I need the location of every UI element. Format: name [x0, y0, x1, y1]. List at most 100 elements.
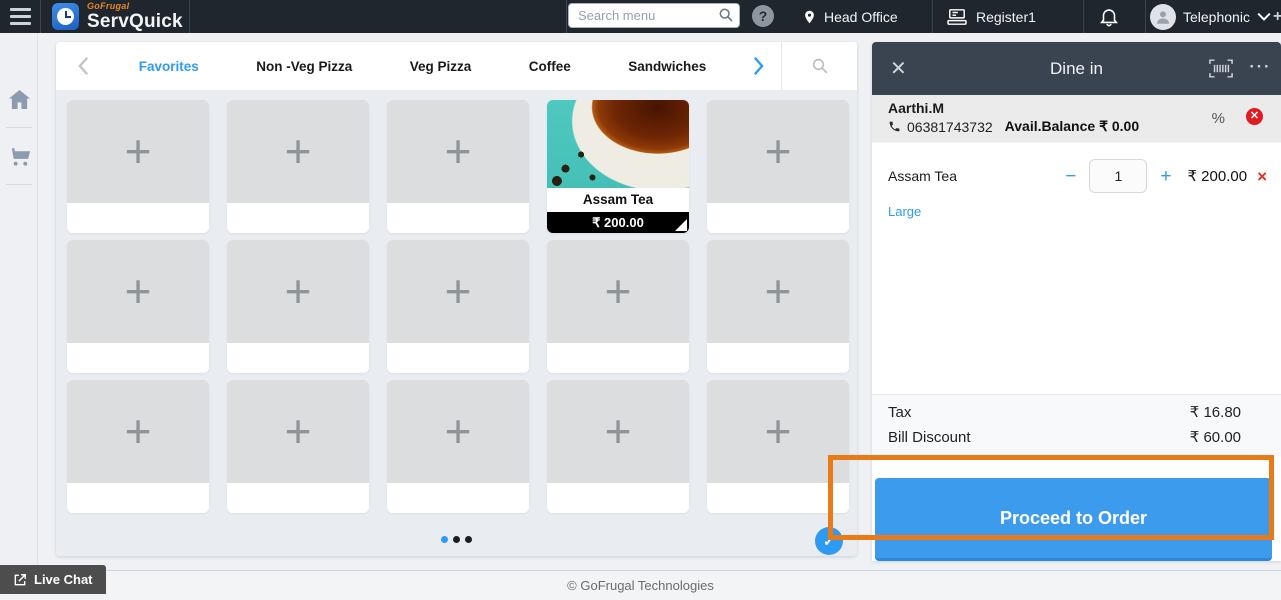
cart-item-price: ₹ 200.00 [1187, 168, 1248, 185]
tab-sandwiches[interactable]: Sandwiches [628, 59, 706, 74]
item-search-button[interactable] [781, 42, 857, 90]
notifications-bell-icon[interactable] [1098, 5, 1120, 28]
product-tile-placeholder[interactable]: + [387, 100, 529, 233]
topbar-divider [1083, 0, 1084, 33]
tabs-scroll-right-button[interactable] [735, 56, 781, 76]
search-icon [812, 58, 827, 74]
pagination-dot[interactable] [453, 536, 460, 543]
product-tile-placeholder[interactable]: + [547, 380, 689, 513]
customer-strip: Aarthi.M 06381743732 Avail.Balance ₹ 0.0… [872, 95, 1281, 143]
product-tile-placeholder[interactable]: + [707, 240, 849, 373]
add-item-icon: + [444, 405, 472, 458]
location-pin-icon [805, 10, 814, 23]
sidebar-divider [5, 184, 32, 185]
product-tile-price: ₹ 200.00 [547, 212, 689, 233]
tab-favorites[interactable]: Favorites [139, 59, 199, 74]
product-tile-placeholder[interactable]: + [227, 240, 369, 373]
sidebar-item-sales[interactable] [0, 134, 38, 178]
app-logo[interactable]: GoFrugal ServQuick [52, 2, 183, 31]
topbar-divider [189, 0, 190, 33]
add-item-icon: + [764, 265, 792, 318]
tab-veg-pizza[interactable]: Veg Pizza [410, 59, 472, 74]
product-tile-placeholder[interactable]: + [387, 240, 529, 373]
item-variant-link[interactable]: Large [872, 193, 1281, 219]
more-options-icon[interactable]: ⋯ [1248, 53, 1271, 79]
store-label: Head Office [824, 8, 898, 25]
add-item-icon: + [124, 265, 152, 318]
partial-plus-icon: + [1273, 8, 1281, 25]
add-item-icon: + [764, 405, 792, 458]
help-icon[interactable]: ? [752, 5, 774, 27]
avatar [1150, 3, 1176, 30]
remove-item-icon[interactable]: × [1257, 168, 1267, 185]
search-icon[interactable] [718, 7, 734, 23]
tabs-scroll-left-button[interactable] [56, 56, 110, 76]
footer: © GoFrugal Technologies [0, 570, 1281, 600]
search-input[interactable] [568, 3, 740, 28]
close-icon[interactable]: ✕ [890, 59, 907, 79]
add-item-icon: + [124, 405, 152, 458]
product-tile-placeholder[interactable]: + [227, 380, 369, 513]
phone-icon [889, 121, 900, 132]
chevron-down-icon [1257, 12, 1271, 21]
topbar-divider [40, 0, 41, 33]
home-icon [8, 89, 30, 109]
hamburger-menu-icon[interactable] [0, 0, 40, 33]
live-chat-button[interactable]: Live Chat [0, 565, 106, 594]
quantity-decrease-button[interactable]: − [1065, 167, 1076, 186]
user-menu[interactable]: Telephonic [1150, 0, 1271, 33]
scroll-fab-button[interactable]: ✓ [815, 527, 843, 555]
summary-row-tax: Tax ₹ 16.80 [888, 400, 1241, 425]
product-tile-placeholder[interactable]: + [707, 100, 849, 233]
assam-tea-image [547, 100, 689, 188]
cart-item-row: Assam Tea − + ₹ 200.00 × [872, 143, 1281, 193]
category-tabbar: Favorites Non -Veg Pizza Veg Pizza Coffe… [56, 42, 857, 90]
summary-row-bill-discount: Bill Discount ₹ 60.00 [888, 425, 1241, 450]
brand-name: GoFrugal [87, 1, 130, 11]
register-label: Register1 [976, 8, 1036, 25]
product-tile-assam-tea[interactable]: Assam Tea ₹ 200.00 [547, 100, 689, 233]
cart-icon [8, 148, 30, 166]
barcode-scan-icon[interactable] [1209, 59, 1233, 78]
product-tile-placeholder[interactable]: + [227, 100, 369, 233]
quantity-input[interactable] [1089, 159, 1148, 193]
pagination-dot[interactable] [441, 536, 448, 543]
customer-phone: 06381743732 [907, 118, 993, 135]
product-grid: + + + Assam Tea ₹ 200.00 + + + + + + + +… [56, 90, 857, 523]
product-tile-placeholder[interactable]: + [67, 100, 209, 233]
register-selector[interactable]: Register1 [946, 0, 1036, 33]
sidebar [0, 33, 38, 600]
tab-coffee[interactable]: Coffee [529, 59, 571, 74]
sidebar-item-home[interactable] [0, 77, 38, 121]
product-name: ServQuick [87, 11, 183, 32]
add-item-icon: + [124, 125, 152, 178]
tile-corner-triangle [675, 219, 687, 231]
cart-items: Assam Tea − + ₹ 200.00 × Large [872, 143, 1281, 394]
product-tile-placeholder[interactable]: + [547, 240, 689, 373]
add-item-icon: + [604, 265, 632, 318]
add-item-icon: + [444, 265, 472, 318]
quantity-increase-button[interactable]: + [1160, 167, 1171, 186]
proceed-to-order-button[interactable]: Proceed to Order [875, 478, 1272, 561]
product-tile-placeholder[interactable]: + [387, 380, 529, 513]
product-tile-placeholder[interactable]: + [67, 240, 209, 373]
sidebar-divider [5, 127, 32, 128]
topbar-divider [1145, 0, 1146, 33]
bill-discount-label: Bill Discount [888, 429, 971, 446]
customer-balance: Avail.Balance ₹ 0.00 [1004, 118, 1140, 134]
add-item-icon: + [284, 265, 312, 318]
add-item-icon: + [444, 125, 472, 178]
remove-customer-icon[interactable]: ✕ [1246, 108, 1263, 125]
add-item-icon: + [764, 125, 792, 178]
tab-non-veg-pizza[interactable]: Non -Veg Pizza [256, 59, 352, 74]
cart-item-name: Assam Tea [888, 168, 957, 184]
product-tile-placeholder[interactable]: + [67, 380, 209, 513]
topbar-divider [932, 0, 933, 33]
topbar-divider [566, 0, 567, 33]
order-panel-header: ✕ Dine in ⋯ [872, 42, 1281, 95]
pagination-dot[interactable] [465, 536, 472, 543]
discount-percent-icon[interactable]: % [1212, 110, 1225, 127]
store-selector[interactable]: Head Office [802, 0, 898, 33]
add-item-icon: + [284, 125, 312, 178]
product-tile-placeholder[interactable]: + [707, 380, 849, 513]
